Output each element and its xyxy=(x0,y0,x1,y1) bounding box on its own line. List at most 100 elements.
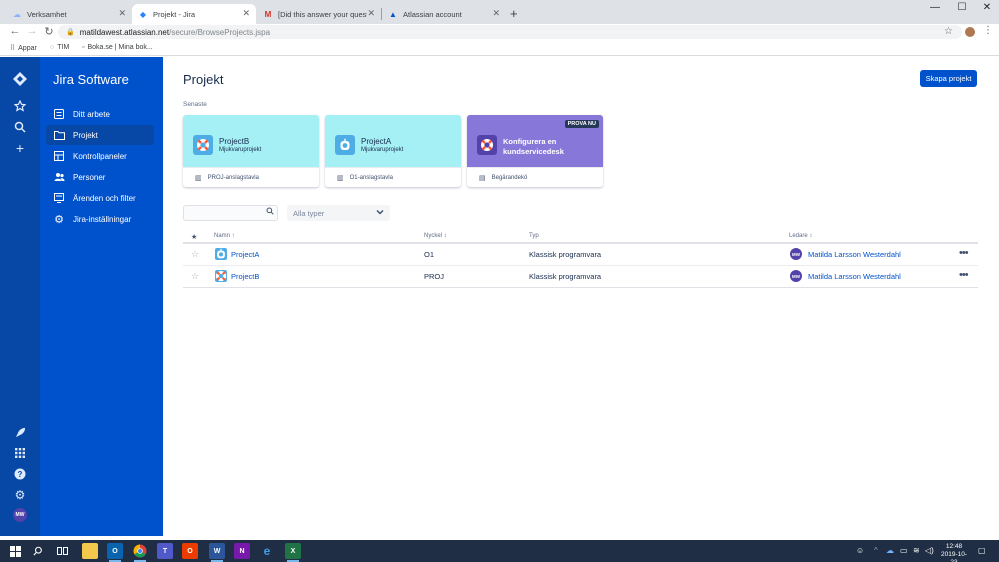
sidebar-item-jira-installningar[interactable]: ⚙ Jira-inställningar xyxy=(46,209,154,229)
people-icon xyxy=(53,172,65,182)
project-lead-link[interactable]: Matilda Larsson Westerdahl xyxy=(808,250,901,259)
settings-gear-icon[interactable]: ⚙ xyxy=(10,485,30,505)
star-outline-icon[interactable]: ☆ xyxy=(191,249,199,260)
teams-icon[interactable]: T xyxy=(157,543,173,559)
wifi-icon[interactable]: ≋ xyxy=(913,546,920,555)
project-name-link[interactable]: ProjectA xyxy=(231,250,259,259)
project-search-input[interactable] xyxy=(183,205,278,221)
office-icon[interactable]: O xyxy=(182,543,198,559)
back-arrow-icon[interactable]: ← xyxy=(8,25,22,37)
notifications-icon[interactable]: ▢ xyxy=(978,546,986,555)
name-column-header[interactable]: Namn ↑ xyxy=(214,233,235,239)
recent-project-card-projectb[interactable]: ProjectB Mjukvaruprojekt ▥ PROJ-anslagst… xyxy=(183,115,319,187)
card-queue-link[interactable]: ▤ Begärandekö xyxy=(467,167,603,187)
card-project-type: Mjukvaruprojekt xyxy=(219,147,262,153)
browser-tab-verksamhet[interactable]: ☁ Verksamhet ✕ xyxy=(6,4,132,24)
bookmark-boka[interactable]: ▫ Boka.se | Mina bok... xyxy=(82,44,153,51)
card-board-label: O1-anslagstavla xyxy=(349,174,393,181)
search-icon[interactable] xyxy=(30,543,46,559)
card-board-link[interactable]: ▥ O1-anslagstavla xyxy=(325,167,461,187)
file-explorer-icon[interactable] xyxy=(82,543,98,559)
starred-icon[interactable] xyxy=(10,96,30,116)
project-lead-link[interactable]: Matilda Larsson Westerdahl xyxy=(808,272,901,281)
help-icon[interactable]: ? xyxy=(10,464,30,484)
card-queue-label: Begärandekö xyxy=(491,174,528,181)
url-field[interactable]: 🔒 matildawest.atlassian.net /secure/Brow… xyxy=(58,25,962,39)
create-plus-icon[interactable]: + xyxy=(10,138,30,158)
global-navigation: + ? ⚙ MW xyxy=(0,57,40,536)
bookmark-star-icon[interactable]: ☆ xyxy=(944,26,953,37)
card-board-label: PROJ-anslagstavla xyxy=(207,174,259,181)
card-project-name[interactable]: ProjectB xyxy=(219,137,249,146)
browser-tab-atlassian[interactable]: ▲ Atlassian account ✕ xyxy=(382,4,506,24)
project-name-link[interactable]: ProjectB xyxy=(231,272,259,281)
user-avatar[interactable]: MW xyxy=(13,508,27,522)
chevron-up-icon[interactable]: ^ xyxy=(874,546,878,555)
minimize-button[interactable]: — xyxy=(920,2,950,13)
card-project-name[interactable]: ProjectA xyxy=(361,137,391,146)
sidebar-item-personer[interactable]: Personer xyxy=(46,167,154,187)
close-icon[interactable]: ✕ xyxy=(118,8,126,19)
word-icon[interactable]: W xyxy=(209,543,225,562)
close-icon[interactable]: ✕ xyxy=(492,8,500,19)
sidebar-item-arenden-och-filter[interactable]: Ärenden och filter xyxy=(46,188,154,208)
edge-icon[interactable]: e xyxy=(259,543,275,559)
outlook-icon[interactable]: O xyxy=(107,543,123,562)
project-avatar-robot-icon xyxy=(335,135,355,155)
browser-tab-gmail[interactable]: M [Did this answer your question?] ✕ xyxy=(257,4,381,24)
close-icon[interactable]: ✕ xyxy=(242,8,250,19)
lead-column-header[interactable]: Ledare ↕ xyxy=(789,233,812,239)
cloud-icon: ☁ xyxy=(13,9,21,19)
task-view-icon[interactable] xyxy=(54,543,70,559)
list-icon xyxy=(53,109,65,119)
dashboard-icon xyxy=(53,151,65,161)
windows-start-icon[interactable] xyxy=(7,543,23,559)
board-icon: ▥ xyxy=(337,174,344,182)
profile-avatar[interactable] xyxy=(965,27,975,37)
volume-icon[interactable]: ◁) xyxy=(925,546,934,555)
rocket-icon[interactable] xyxy=(10,422,30,442)
close-window-button[interactable]: ✕ xyxy=(972,2,999,13)
windows-taskbar: O T O W N e X ☺ ^ ☁ ▭ ≋ ◁) 12:48 2019-10… xyxy=(0,540,999,562)
onedrive-icon[interactable]: ☁ xyxy=(886,546,894,555)
new-tab-button[interactable]: + xyxy=(510,6,518,21)
starred-column-header[interactable]: ★ xyxy=(191,233,197,241)
app-switcher-icon[interactable] xyxy=(10,443,30,463)
more-actions-icon[interactable]: ••• xyxy=(959,269,969,281)
search-icon[interactable] xyxy=(10,117,30,137)
more-actions-icon[interactable]: ••• xyxy=(959,247,969,259)
recent-project-card-projecta[interactable]: ProjectA Mjukvaruprojekt ▥ O1-anslagstav… xyxy=(325,115,461,187)
service-desk-promo-card[interactable]: PROVA NU Konfigurera en kundservicedesk … xyxy=(467,115,603,187)
forward-arrow-icon[interactable]: → xyxy=(25,25,39,37)
jira-logo-icon[interactable] xyxy=(10,69,30,89)
bookmark-apps[interactable]: ⠿ Appar xyxy=(10,44,37,53)
card-header: ProjectB Mjukvaruprojekt xyxy=(183,115,319,167)
key-column-header[interactable]: Nyckel ↕ xyxy=(424,233,447,239)
clock-time: 12:48 xyxy=(945,543,963,550)
star-outline-icon[interactable]: ☆ xyxy=(191,271,199,282)
atlassian-icon: ▲ xyxy=(389,9,397,19)
reload-icon[interactable]: ↻ xyxy=(42,25,56,38)
chrome-icon[interactable] xyxy=(132,543,148,562)
sidebar-item-kontrollpaneler[interactable]: Kontrollpaneler xyxy=(46,146,154,166)
recent-section-label: Senaste xyxy=(183,101,207,108)
project-type-select[interactable]: Alla typer xyxy=(287,205,390,221)
queue-icon: ▤ xyxy=(479,174,486,182)
bookmark-tim[interactable]: ○ TIM xyxy=(50,44,69,51)
browser-menu-icon[interactable]: ⋮ xyxy=(983,25,993,36)
close-icon[interactable]: ✕ xyxy=(367,8,375,19)
card-board-link[interactable]: ▥ PROJ-anslagstavla xyxy=(183,167,319,187)
sidebar-item-label: Ditt arbete xyxy=(73,109,110,119)
promo-title[interactable]: Konfigurera en kundservicedesk xyxy=(503,137,583,157)
people-tray-icon[interactable]: ☺ xyxy=(856,546,864,555)
create-project-button[interactable]: Skapa projekt xyxy=(920,70,977,87)
sidebar-item-projekt[interactable]: Projekt xyxy=(46,125,154,145)
excel-icon[interactable]: X xyxy=(285,543,301,562)
battery-icon[interactable]: ▭ xyxy=(900,546,908,555)
taskbar-clock[interactable]: 12:48 2019-10-23 xyxy=(938,543,970,562)
page-title: Projekt xyxy=(183,72,224,87)
onenote-icon[interactable]: N xyxy=(234,543,250,559)
sidebar-item-ditt-arbete[interactable]: Ditt arbete xyxy=(46,104,154,124)
browser-tab-jira[interactable]: ◆ Projekt - Jira ✕ xyxy=(132,4,256,24)
product-title: Jira Software xyxy=(53,72,129,87)
